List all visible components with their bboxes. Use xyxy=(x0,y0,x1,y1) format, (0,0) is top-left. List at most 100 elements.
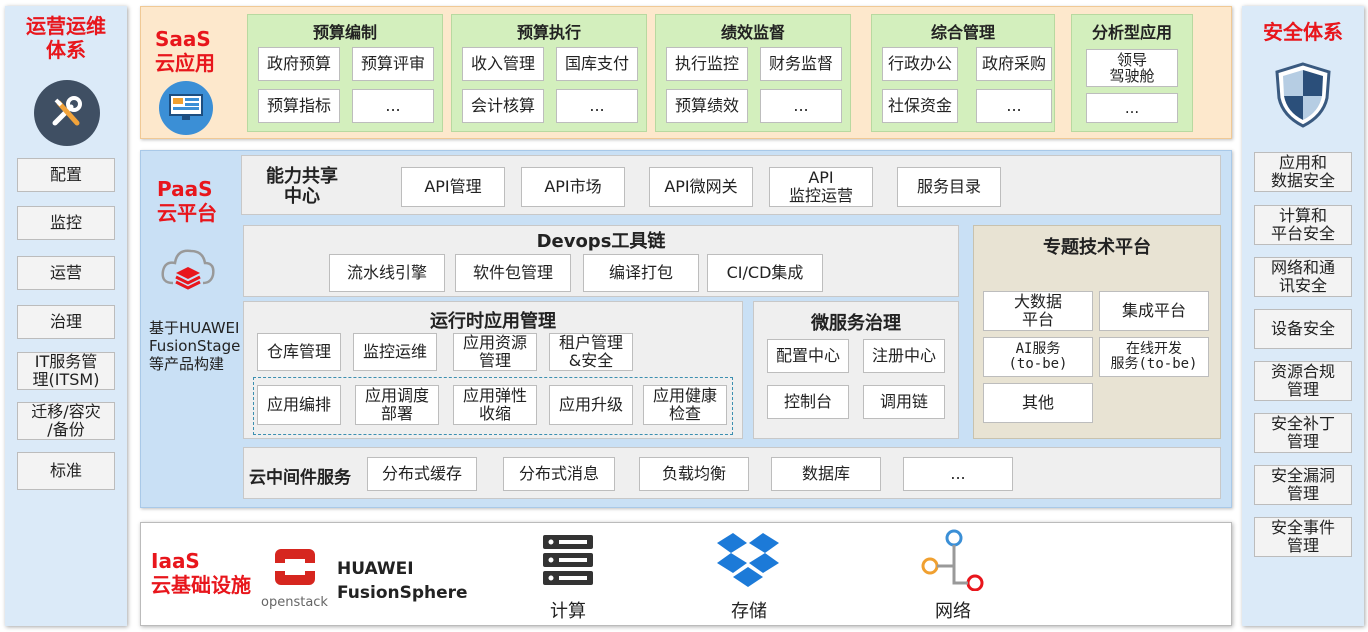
middleware-title: 云中间件服务 xyxy=(249,468,351,488)
paas-title: PaaS 云平台 xyxy=(157,177,217,225)
ops-item: 运营 xyxy=(17,256,115,290)
saas-item: 预算绩效 xyxy=(666,89,748,123)
ops-item: 配置 xyxy=(17,158,115,192)
saas-item: 预算评审 xyxy=(352,47,434,81)
capability-title: 能力共享 中心 xyxy=(266,166,338,207)
saas-group: 预算执行收入管理 国库支付 会计核算... xyxy=(451,14,647,132)
runtime-item: 租户管理 &安全 xyxy=(549,333,633,371)
devops-item: 软件包管理 xyxy=(455,254,571,292)
network-icon xyxy=(917,529,989,595)
micro-item: 控制台 xyxy=(767,385,849,419)
topic-item: 大数据 平台 xyxy=(983,291,1093,331)
security-item: 安全漏洞 管理 xyxy=(1254,465,1352,505)
capability-item: API微网关 xyxy=(649,167,753,207)
saas-group-title: 预算执行 xyxy=(516,23,581,42)
saas-group-title: 预算编制 xyxy=(312,23,377,42)
saas-item: 国库支付 xyxy=(556,47,638,81)
ops-item: 标准 xyxy=(17,452,115,490)
devops-title: Devops工具链 xyxy=(536,231,666,252)
iaas-title: IaaS 云基础设施 xyxy=(151,549,251,597)
runtime-item: 应用弹性 收缩 xyxy=(453,385,537,425)
saas-item: ... xyxy=(1086,93,1178,123)
capability-item: 服务目录 xyxy=(897,167,1001,207)
saas-item: 执行监控 xyxy=(666,47,748,81)
middleware-item: 分布式缓存 xyxy=(367,457,477,491)
saas-item: ... xyxy=(760,89,842,123)
ops-item: 治理 xyxy=(17,305,115,339)
saas-title: SaaS 云应用 xyxy=(155,27,215,75)
fusionsphere-label: HUAWEI FusionSphere xyxy=(337,559,468,603)
runtime-item: 应用编排 xyxy=(257,385,341,425)
monitor-app-icon xyxy=(159,81,213,135)
dropbox-icon xyxy=(715,531,781,595)
middleware-item: 分布式消息 xyxy=(503,457,615,491)
middleware-item: 负载均衡 xyxy=(639,457,749,491)
topic-item: AI服务 (to-be) xyxy=(983,337,1093,377)
saas-group-title: 综合管理 xyxy=(930,23,995,42)
saas-item: ... xyxy=(976,89,1052,123)
security-item: 安全事件 管理 xyxy=(1254,517,1352,557)
storage-label: 存储 xyxy=(731,601,767,622)
security-item: 计算和 平台安全 xyxy=(1254,205,1352,245)
saas-group: 预算编制政府预算 预算评审 预算指标... xyxy=(247,14,443,132)
topic-item: 其他 xyxy=(983,383,1093,423)
micro-item: 调用链 xyxy=(863,385,945,419)
saas-item: 会计核算 xyxy=(462,89,544,123)
ops-item: IT服务管 理(ITSM) xyxy=(17,352,115,390)
capability-item: API管理 xyxy=(401,167,505,207)
shield-icon xyxy=(1275,62,1331,132)
security-item: 安全补丁 管理 xyxy=(1254,413,1352,453)
iaas-panel: IaaS 云基础设施 openstack HUAWEI FusionSphere… xyxy=(140,522,1232,626)
saas-item: ... xyxy=(352,89,434,123)
tools-icon xyxy=(34,80,100,146)
security-panel: 安全体系 应用和 数据安全 计算和 平台安全 网络和通 讯安全 设备安全资源合规 管理… xyxy=(1242,6,1364,626)
cloud-stack-icon xyxy=(159,243,217,303)
saas-item: 行政办公 xyxy=(882,47,958,81)
saas-item: 社保资金 xyxy=(882,89,958,123)
saas-group: 绩效监督执行监控 财务监督 预算绩效... xyxy=(655,14,851,132)
ops-title: 运营运维 体系 xyxy=(26,14,106,62)
topic-item: 集成平台 xyxy=(1099,291,1209,331)
saas-item: 收入管理 xyxy=(462,47,544,81)
saas-group: 综合管理行政办公 政府采购 社保资金... xyxy=(871,14,1055,132)
ops-panel: 运营运维 体系 配置监控运营治理 IT服务管 理(ITSM) 迁移/容灾 /备份 标准 xyxy=(5,6,127,626)
server-icon xyxy=(541,533,595,593)
saas-item: ... xyxy=(556,89,638,123)
runtime-item: 应用调度 部署 xyxy=(355,385,439,425)
runtime-title: 运行时应用管理 xyxy=(430,311,556,332)
saas-group: 分析型应用领导 驾驶舱... xyxy=(1071,14,1193,132)
devops-item: CI/CD集成 xyxy=(707,254,823,292)
ops-item: 监控 xyxy=(17,206,115,240)
security-item: 应用和 数据安全 xyxy=(1254,152,1352,192)
ops-item: 迁移/容灾 /备份 xyxy=(17,402,115,440)
devops-item: 流水线引擎 xyxy=(329,254,445,292)
saas-item: 政府预算 xyxy=(258,47,340,81)
security-title: 安全体系 xyxy=(1263,20,1343,44)
capability-item: API 监控运营 xyxy=(769,167,873,207)
saas-group-title: 绩效监督 xyxy=(720,23,785,42)
runtime-item: 仓库管理 xyxy=(257,333,341,371)
security-item: 资源合规 管理 xyxy=(1254,361,1352,401)
runtime-item: 应用健康 检查 xyxy=(643,385,727,425)
topic-title: 专题技术平台 xyxy=(1043,237,1151,258)
runtime-item: 应用升级 xyxy=(549,385,633,425)
saas-group-title: 分析型应用 xyxy=(1091,23,1172,42)
micro-title: 微服务治理 xyxy=(811,313,901,334)
compute-label: 计算 xyxy=(550,601,586,622)
runtime-item: 监控运维 xyxy=(353,333,437,371)
network-label: 网络 xyxy=(935,601,971,622)
micro-item: 配置中心 xyxy=(767,339,849,373)
saas-item: 财务监督 xyxy=(760,47,842,81)
security-item: 设备安全 xyxy=(1254,309,1352,349)
topic-item: 在线开发 服务(to-be) xyxy=(1099,337,1209,377)
openstack-label: openstack xyxy=(261,595,328,610)
saas-item: 预算指标 xyxy=(258,89,340,123)
paas-note: 基于HUAWEI FusionStage 等产品构建 xyxy=(149,319,241,373)
middleware-item: ... xyxy=(903,457,1013,491)
middleware-item: 数据库 xyxy=(771,457,881,491)
security-item: 网络和通 讯安全 xyxy=(1254,257,1352,297)
micro-item: 注册中心 xyxy=(863,339,945,373)
runtime-item: 应用资源 管理 xyxy=(453,333,537,371)
saas-item: 政府采购 xyxy=(976,47,1052,81)
saas-item: 领导 驾驶舱 xyxy=(1086,49,1178,87)
